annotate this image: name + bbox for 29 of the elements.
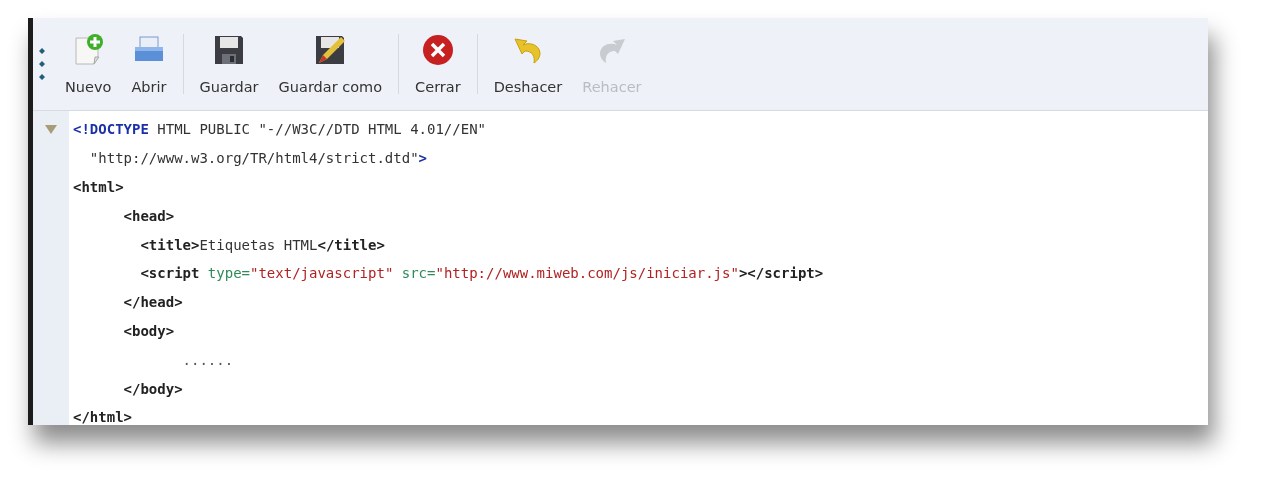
tag-token: <html> (73, 179, 124, 195)
close-icon (420, 33, 455, 67)
tag-token: </title> (317, 236, 385, 253)
code-text: "http://www.w3.org/TR/html4/strict.dtd" (88, 150, 419, 167)
tag-token: <script (139, 265, 200, 282)
attribute-token: src= (400, 265, 436, 282)
grip-icon[interactable] (39, 47, 45, 81)
ellipsis-text: ...... (181, 351, 234, 368)
tag-token: </html> (73, 409, 132, 425)
toolbar-button[interactable]: Cerrar (405, 27, 471, 101)
tag-token: <body> (122, 322, 175, 339)
toolbar-button[interactable]: Deshacer (483, 27, 573, 101)
tag-token: </body> (122, 380, 183, 397)
string-token: "text/javascript" (250, 265, 394, 282)
doctype-token: <!DOCTYPE (73, 121, 149, 138)
toolbar-button[interactable]: Nuevo (55, 27, 122, 101)
tag-token: </head> (122, 294, 183, 311)
toolbar-button[interactable]: Guardar como (268, 27, 393, 101)
attribute-token: type= (206, 265, 250, 282)
tag-token: <head> (122, 207, 175, 224)
floppy-pencil-icon (313, 33, 348, 67)
code-text: Etiquetas HTML (199, 236, 318, 253)
tag-token: ></script> (738, 265, 824, 282)
doctype-token: > (418, 150, 427, 167)
code-text: HTML PUBLIC "-//W3C//DTD HTML 4.01//EN" (156, 121, 486, 138)
toolbar-button[interactable]: Abrir (121, 27, 177, 101)
toolbar-button[interactable]: Guardar (189, 27, 269, 101)
string-token: "http://www.miweb.com/js/iniciar.js" (435, 265, 739, 282)
tag-token: <title> (139, 236, 200, 253)
